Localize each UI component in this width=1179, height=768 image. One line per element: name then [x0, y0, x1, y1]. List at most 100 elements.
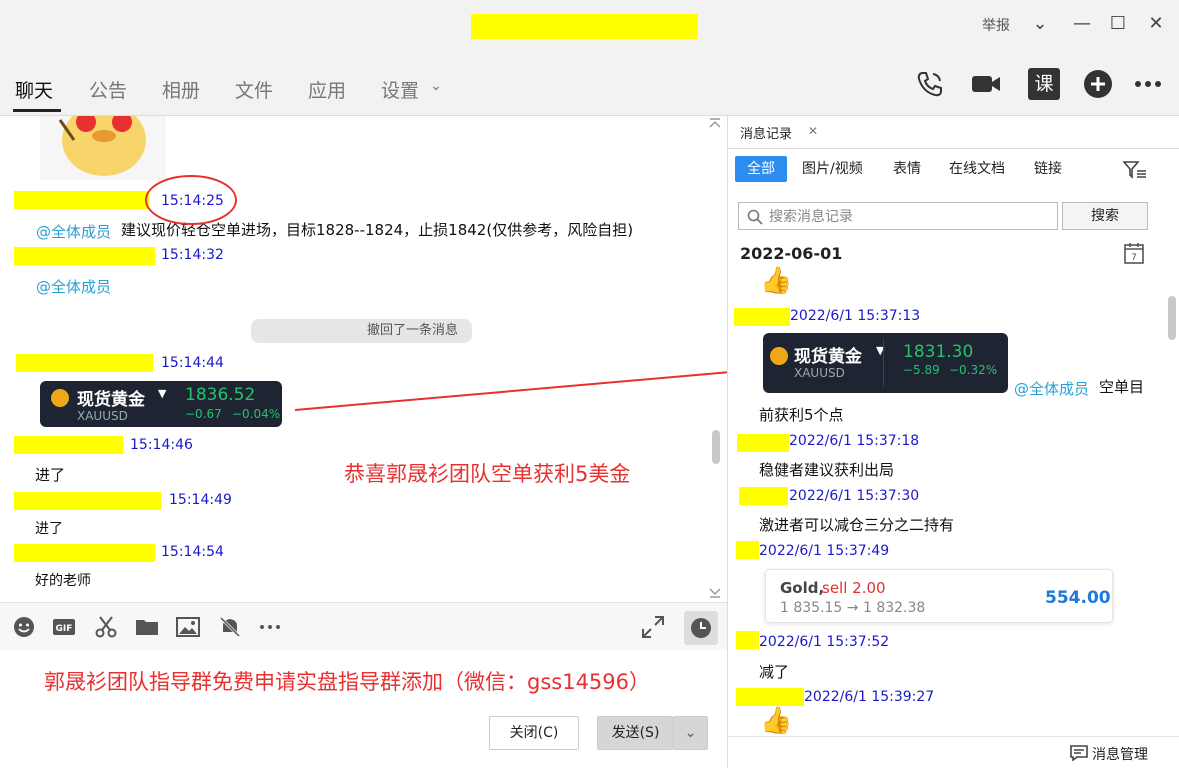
message-manage-icon[interactable]: [1070, 745, 1088, 761]
history-scrollbar[interactable]: [1168, 296, 1176, 340]
sender-name-redacted: [14, 544, 155, 562]
close-tab-icon[interactable]: ✕: [808, 124, 818, 138]
maximize-icon[interactable]: ☐: [1106, 12, 1130, 36]
quote-card[interactable]: 现货黄金 ▼ XAUUSD 1831.30 −5.89 −0.32%: [763, 333, 1008, 393]
trade-symbol: Gold,: [780, 579, 825, 597]
tab-album[interactable]: 相册: [162, 76, 200, 103]
window-title-redacted: [471, 14, 698, 39]
mention-all[interactable]: @全体成员: [36, 276, 111, 297]
send-button[interactable]: 发送(S): [597, 716, 673, 750]
history-date: 2022-06-01: [740, 244, 843, 263]
search-input[interactable]: 搜索消息记录: [738, 202, 1058, 230]
quote-card[interactable]: 现货黄金 ▼ XAUUSD 1836.52 −0.67 −0.04%: [40, 381, 282, 427]
sender-name-redacted: [736, 631, 759, 649]
record-text: 减了: [759, 663, 790, 681]
filter-emoji[interactable]: 表情: [881, 156, 933, 182]
collapse-down-icon[interactable]: [708, 586, 722, 598]
search-icon: [747, 209, 763, 225]
close-button[interactable]: 关闭(C): [489, 716, 579, 750]
message-history-panel: 消息记录 ✕ 全部 图片/视频 表情 在线文档 链接 搜索消息记录 搜索 202…: [727, 116, 1179, 768]
gif-icon[interactable]: GIF: [52, 615, 76, 639]
history-tab[interactable]: 消息记录 ✕: [728, 116, 830, 148]
filter-docs[interactable]: 在线文档: [937, 156, 1017, 182]
add-icon[interactable]: [1082, 68, 1114, 100]
chat-scrollbar[interactable]: [712, 430, 720, 464]
minimize-icon[interactable]: —: [1070, 12, 1094, 36]
message-manage-button[interactable]: 消息管理: [1092, 744, 1148, 764]
record-text: 前获利5个点: [759, 406, 844, 424]
tab-settings[interactable]: 设置: [381, 76, 419, 103]
quote-change: −0.67: [185, 407, 222, 421]
trade-price-path: 1 835.15 → 1 832.38: [780, 600, 926, 616]
tab-announcement[interactable]: 公告: [89, 76, 127, 103]
message-text: 好的老师: [35, 573, 91, 589]
svg-text:GIF: GIF: [56, 624, 73, 634]
tab-chat[interactable]: 聊天: [15, 76, 53, 103]
trade-card[interactable]: Gold, sell 2.00 1 835.15 → 1 832.38 554.…: [765, 569, 1113, 623]
quote-name: 现货黄金: [794, 347, 862, 367]
record-time: 2022/6/1 15:39:27: [804, 689, 935, 705]
folder-icon[interactable]: [135, 615, 159, 639]
active-tab-indicator: [13, 109, 61, 112]
video-icon[interactable]: [970, 68, 1002, 100]
tab-apps[interactable]: 应用: [308, 76, 346, 103]
trade-profit: 554.00: [1045, 588, 1111, 608]
expand-icon[interactable]: [641, 615, 665, 639]
filter-media[interactable]: 图片/视频: [790, 156, 875, 182]
gold-coin-icon: [51, 389, 69, 407]
record-text: 空单目: [1099, 378, 1145, 396]
quote-change-pct: −0.04%: [232, 407, 281, 421]
phone-icon[interactable]: [914, 68, 946, 100]
svg-text:7: 7: [1131, 253, 1137, 263]
scissors-icon[interactable]: [94, 615, 118, 639]
clock-icon: [691, 618, 711, 638]
sender-name-redacted: [16, 354, 153, 372]
filter-icon[interactable]: [1123, 160, 1147, 180]
sender-name-redacted: [736, 541, 759, 559]
quote-price: 1836.52: [185, 385, 256, 405]
profit-annotation: 恭喜郭晟衫团队空单获利5美金: [344, 462, 631, 486]
message-text: 进了: [35, 466, 66, 484]
thumbs-up-sticker: 👍: [760, 266, 793, 296]
emoji-icon[interactable]: [12, 615, 36, 639]
close-icon[interactable]: ✕: [1144, 12, 1168, 36]
recall-notice: 撤回了一条消息: [251, 319, 472, 343]
thumbs-up-sticker: 👍: [760, 706, 793, 736]
record-time: 2022/6/1 15:37:13: [790, 308, 921, 324]
course-icon[interactable]: 课: [1028, 68, 1060, 100]
send-options-chevron-icon[interactable]: ⌄: [673, 716, 708, 750]
calendar-icon[interactable]: 7: [1124, 242, 1144, 264]
filter-links[interactable]: 链接: [1022, 156, 1074, 182]
sender-name-redacted: [14, 247, 155, 265]
title-bar: 举报 ⌄ — ☐ ✕: [0, 0, 1179, 52]
mute-bell-icon[interactable]: [218, 615, 242, 639]
more-icon[interactable]: [258, 615, 282, 639]
chevron-down-icon[interactable]: ⌄: [430, 78, 442, 94]
message-input[interactable]: 郭晟衫团队指导群免费申请实盘指导群添加（微信：gss14596） 关闭(C) 发…: [0, 650, 727, 768]
more-icon[interactable]: [1132, 68, 1164, 100]
quote-change: −5.89: [903, 363, 940, 377]
tab-files[interactable]: 文件: [235, 76, 273, 103]
message-time: 15:14:54: [161, 544, 224, 560]
record-time: 2022/6/1 15:37:18: [789, 433, 920, 449]
quote-code: XAUUSD: [77, 409, 128, 423]
collapse-up-icon[interactable]: [708, 118, 722, 128]
sender-name-redacted: [14, 191, 149, 209]
history-button[interactable]: [684, 611, 718, 645]
mention-all[interactable]: @全体成员: [36, 221, 111, 242]
report-button[interactable]: 举报: [982, 15, 1010, 35]
sender-name-redacted: [14, 436, 123, 454]
record-time: 2022/6/1 15:37:52: [759, 634, 890, 650]
image-icon[interactable]: [176, 615, 200, 639]
trade-side: sell 2.00: [822, 579, 886, 597]
chevron-down-icon[interactable]: ⌄: [1028, 12, 1052, 36]
sender-name-redacted: [737, 434, 789, 452]
filter-all[interactable]: 全部: [735, 156, 787, 182]
quote-change-pct: −0.32%: [949, 363, 998, 377]
sender-name-redacted: [739, 487, 788, 505]
mention-all[interactable]: @全体成员: [1014, 378, 1089, 399]
quote-code: XAUUSD: [794, 366, 845, 380]
input-toolbar: GIF: [0, 602, 727, 650]
search-button[interactable]: 搜索: [1062, 202, 1148, 230]
quote-name: 现货黄金: [77, 390, 145, 410]
